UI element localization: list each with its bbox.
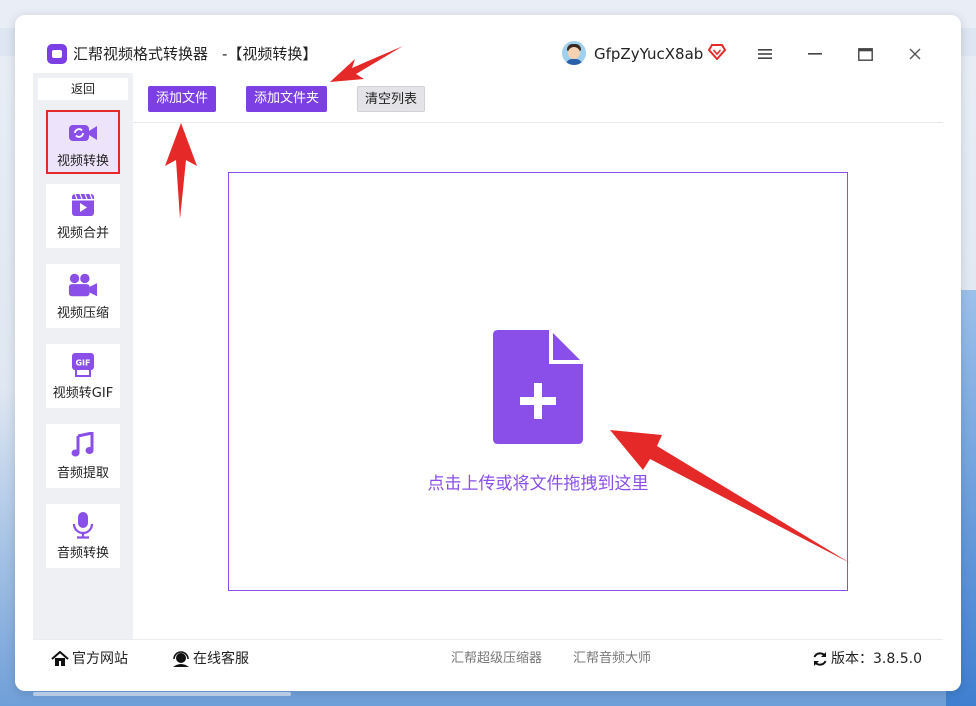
sidebar-item-audio-convert[interactable]: 音频转换	[46, 504, 120, 568]
maximize-button[interactable]	[851, 40, 879, 68]
close-button[interactable]	[901, 40, 929, 68]
official-site-link[interactable]: 官方网站	[51, 650, 128, 668]
sidebar: 返回 视频转换 视频合并 视频压缩 GIF 视频转GIF 音频提取 音频转换	[33, 73, 133, 639]
app-window: 汇帮视频格式转换器 -【视频转换】 GfpZyYucX8ab 返回 视频转换 视…	[15, 15, 961, 691]
sidebar-item-video-merge[interactable]: 视频合并	[46, 184, 120, 248]
svg-text:GIF: GIF	[75, 359, 90, 368]
menu-button[interactable]	[751, 40, 779, 68]
gif-icon: GIF	[72, 353, 94, 377]
footer-link-audio-master[interactable]: 汇帮音频大师	[573, 651, 651, 667]
sidebar-item-video-convert[interactable]: 视频转换	[46, 110, 120, 174]
vip-diamond-icon[interactable]	[708, 44, 726, 60]
footer: 官方网站 在线客服 汇帮超级压缩器 汇帮音频大师 版本：3.8.5.0	[33, 639, 943, 675]
video-convert-icon	[69, 125, 97, 141]
sidebar-item-audio-extract[interactable]: 音频提取	[46, 424, 120, 488]
drop-zone-hint: 点击上传或将文件拖拽到这里	[427, 474, 649, 494]
version-info[interactable]: 版本：3.8.5.0	[812, 650, 922, 668]
headset-icon	[173, 650, 189, 667]
music-note-icon	[71, 432, 94, 457]
file-drop-zone[interactable]: 点击上传或将文件拖拽到这里	[228, 172, 848, 591]
minimize-button[interactable]	[801, 40, 829, 68]
refresh-icon	[813, 652, 827, 666]
microphone-icon	[72, 512, 94, 539]
video-merge-icon	[72, 193, 94, 216]
add-file-icon	[493, 330, 583, 444]
close-icon	[909, 48, 921, 60]
app-logo-icon	[47, 44, 67, 64]
online-service-link[interactable]: 在线客服	[172, 650, 249, 668]
app-title: 汇帮视频格式转换器	[73, 45, 209, 63]
sidebar-item-label: 音频提取	[56, 466, 109, 481]
sidebar-item-label: 视频转换	[56, 154, 109, 169]
sidebar-item-label: 音频转换	[56, 546, 109, 561]
official-site-label: 官方网站	[72, 651, 128, 667]
footer-link-compressor[interactable]: 汇帮超级压缩器	[451, 651, 542, 667]
title-bar: 汇帮视频格式转换器 -【视频转换】 GfpZyYucX8ab	[15, 15, 961, 73]
online-service-label: 在线客服	[193, 651, 249, 667]
sidebar-item-video-compress[interactable]: 视频压缩	[46, 264, 120, 328]
home-icon	[51, 651, 69, 666]
minimize-icon	[808, 53, 822, 55]
sidebar-item-label: 视频合并	[56, 226, 109, 241]
avatar[interactable]	[562, 41, 586, 65]
video-compress-icon	[68, 273, 98, 297]
add-folder-button[interactable]: 添加文件夹	[246, 86, 327, 112]
username[interactable]: GfpZyYucX8ab	[594, 44, 703, 64]
toolbar: 添加文件 添加文件夹 清空列表	[133, 73, 943, 123]
sidebar-item-label: 视频转GIF	[52, 386, 114, 401]
app-subtitle: -【视频转换】	[222, 45, 318, 63]
clear-list-button[interactable]: 清空列表	[357, 86, 425, 112]
hamburger-icon	[758, 49, 772, 59]
sidebar-item-gif[interactable]: GIF 视频转GIF	[46, 344, 120, 408]
sidebar-item-label: 视频压缩	[56, 306, 109, 321]
version-label: 版本：3.8.5.0	[831, 651, 922, 667]
back-button[interactable]: 返回	[38, 78, 128, 100]
add-file-button[interactable]: 添加文件	[148, 86, 216, 112]
maximize-icon	[857, 47, 873, 61]
